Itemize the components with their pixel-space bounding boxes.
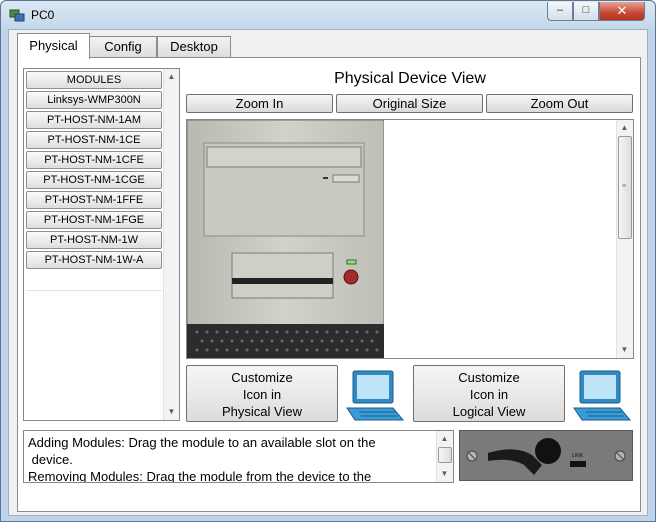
zoom-out-button[interactable]: Zoom Out	[486, 94, 633, 113]
packet-tracer-icon	[9, 9, 25, 22]
pc-case-image[interactable]	[187, 120, 384, 358]
physical-tab-panel: MODULES Linksys-WMP300N PT-HOST-NM-1AM P…	[17, 57, 641, 512]
module-preview-graphic: LINK	[460, 431, 632, 480]
module-item[interactable]: PT-HOST-NM-1CGE	[26, 171, 162, 189]
window-title: PC0	[31, 8, 55, 22]
client-area: Physical Config Desktop MODULES Linksys-…	[8, 29, 648, 516]
list-divider	[26, 290, 162, 291]
modules-scrollbar[interactable]: ▲ ▼	[163, 69, 179, 420]
module-item[interactable]: PT-HOST-NM-1W-A	[26, 251, 162, 269]
tab-physical[interactable]: Physical	[17, 33, 90, 59]
grip-icon: ≡	[622, 183, 627, 190]
module-item[interactable]: Linksys-WMP300N	[26, 91, 162, 109]
module-item[interactable]: PT-HOST-NM-1CE	[26, 131, 162, 149]
pc-logical-icon	[573, 370, 632, 421]
device-view-scrollbar[interactable]: ▲ ≡ ▼	[616, 120, 633, 358]
scroll-thumb[interactable]	[438, 447, 452, 463]
scroll-up-arrow-icon[interactable]: ▲	[617, 121, 632, 135]
modules-list[interactable]: MODULES Linksys-WMP300N PT-HOST-NM-1AM P…	[23, 68, 180, 421]
module-preview-image: LINK	[459, 430, 633, 481]
module-item[interactable]: PT-HOST-NM-1AM	[26, 111, 162, 129]
button-line: Icon in	[469, 387, 509, 402]
scroll-down-arrow-icon[interactable]: ▼	[617, 343, 632, 357]
module-item[interactable]: PT-HOST-NM-1FGE	[26, 211, 162, 229]
button-line: Customize	[231, 370, 293, 385]
scroll-down-arrow-icon[interactable]: ▼	[164, 405, 179, 419]
scroll-up-arrow-icon[interactable]: ▲	[164, 70, 179, 84]
scroll-thumb[interactable]: ≡	[618, 136, 632, 239]
button-line: Customize	[458, 370, 520, 385]
maximize-button[interactable]: □	[573, 2, 599, 21]
button-line: Icon in	[242, 387, 282, 402]
tab-desktop[interactable]: Desktop	[157, 36, 231, 58]
info-line: Removing Modules: Drag the module from t…	[28, 469, 372, 483]
module-item[interactable]: PT-HOST-NM-1W	[26, 231, 162, 249]
window: PC0 ‒ □ ✕ Physical Config Desktop MODULE…	[0, 0, 656, 522]
info-scrollbar[interactable]: ▲ ▼	[436, 431, 453, 482]
info-line: device.	[28, 452, 73, 467]
customize-logical-icon-button[interactable]: Customize Icon in Logical View	[413, 365, 565, 422]
link-port-label: LINK	[572, 453, 584, 459]
title-bar[interactable]: PC0 ‒ □ ✕	[1, 1, 655, 29]
button-line: Physical View	[222, 404, 302, 419]
scroll-up-arrow-icon[interactable]: ▲	[437, 432, 452, 446]
modules-header: MODULES	[26, 71, 162, 89]
scroll-down-arrow-icon[interactable]: ▼	[437, 467, 452, 481]
physical-device-view-title: Physical Device View	[334, 70, 486, 87]
original-size-button[interactable]: Original Size	[336, 94, 483, 113]
pc-physical-icon	[346, 370, 405, 421]
module-item[interactable]: PT-HOST-NM-1FFE	[26, 191, 162, 209]
button-line: Logical View	[452, 404, 526, 419]
module-item[interactable]: PT-HOST-NM-1CFE	[26, 151, 162, 169]
customize-physical-icon-button[interactable]: Customize Icon in Physical View	[186, 365, 338, 422]
minimize-button[interactable]: ‒	[547, 2, 573, 21]
zoom-in-button[interactable]: Zoom In	[186, 94, 333, 113]
close-button[interactable]: ✕	[599, 2, 645, 21]
physical-device-canvas[interactable]: ▲ ≡ ▼	[186, 119, 634, 359]
tab-config[interactable]: Config	[89, 36, 157, 58]
module-info-text: Adding Modules: Drag the module to an av…	[23, 430, 454, 483]
info-line: Adding Modules: Drag the module to an av…	[28, 435, 376, 450]
